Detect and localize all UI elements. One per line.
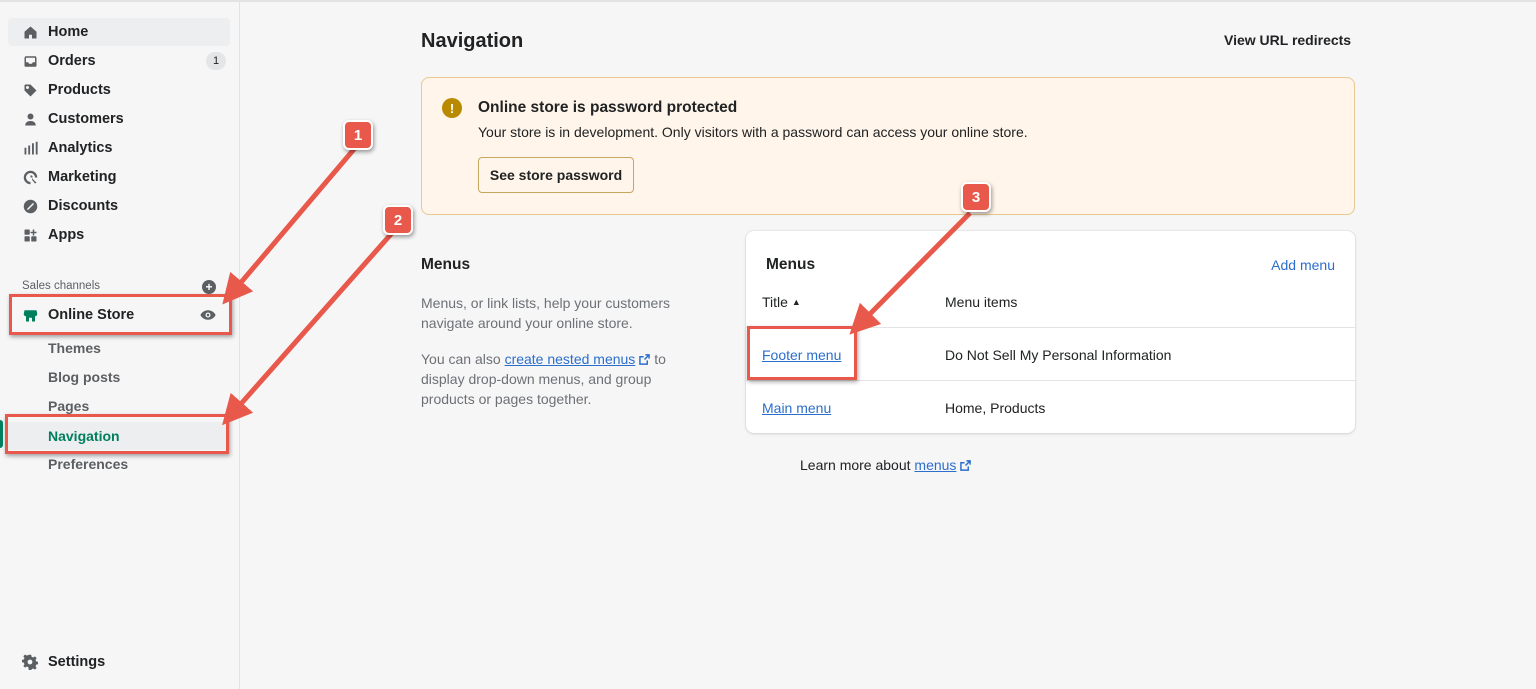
menus-section-heading: Menus xyxy=(421,256,471,273)
sidebar-item-label: Apps xyxy=(48,227,85,243)
sidebar-item-analytics[interactable]: Analytics xyxy=(8,134,230,162)
menu-items-column-header: Menu items xyxy=(945,294,1018,310)
main-menu-items: Home, Products xyxy=(945,400,1046,416)
banner-title: Online store is password protected xyxy=(478,99,738,116)
inbox-icon xyxy=(22,53,38,69)
arrow-1 xyxy=(222,146,357,305)
sidebar-item-label: Marketing xyxy=(48,169,117,185)
sidebar-item-label: Customers xyxy=(48,111,124,127)
person-icon xyxy=(22,111,38,127)
sidebar-item-discounts[interactable]: Discounts xyxy=(8,192,230,220)
row-divider xyxy=(746,380,1355,381)
page-title: Navigation xyxy=(421,30,524,52)
sidebar-subitem-navigation[interactable]: Navigation xyxy=(8,422,230,450)
sales-channels-label: Sales channels xyxy=(22,280,100,292)
view-url-redirects-button[interactable]: View URL redirects xyxy=(1224,32,1351,48)
add-menu-button[interactable]: Add menu xyxy=(1271,257,1335,273)
store-icon xyxy=(22,307,38,323)
sidebar-item-home[interactable]: Home xyxy=(8,18,230,46)
annotation-marker-1: 1 xyxy=(343,120,373,150)
footer-menu-link[interactable]: Footer menu xyxy=(762,347,841,363)
sidebar-item-products[interactable]: Products xyxy=(8,76,230,104)
menus-card-title: Menus xyxy=(766,256,816,273)
sidebar-item-label: Analytics xyxy=(48,140,113,156)
learn-more-text: Learn more about menus xyxy=(800,457,972,473)
menus-section-description: Menus, or link lists, help your customer… xyxy=(421,295,670,331)
sidebar-item-marketing[interactable]: Marketing xyxy=(8,163,230,191)
warning-icon: ! xyxy=(442,98,462,118)
create-nested-menus-link[interactable]: create nested menus xyxy=(505,351,636,367)
apps-icon xyxy=(22,227,38,243)
orders-count-badge: 1 xyxy=(206,52,226,70)
sidebar-item-customers[interactable]: Customers xyxy=(8,105,230,133)
bar-chart-icon xyxy=(22,140,38,156)
sidebar-item-label: Orders xyxy=(48,53,96,69)
discount-icon xyxy=(22,198,38,214)
settings-label: Settings xyxy=(48,654,106,670)
arrow-2 xyxy=(222,231,394,426)
footer-menu-items: Do Not Sell My Personal Information xyxy=(945,347,1172,363)
sidebar-item-label: Discounts xyxy=(48,198,119,214)
sidebar-subitem-themes[interactable]: Themes xyxy=(8,335,230,361)
add-sales-channel-icon[interactable]: + xyxy=(202,280,216,294)
sidebar-item-settings[interactable]: Settings xyxy=(22,654,105,670)
banner-text: Your store is in development. Only visit… xyxy=(478,124,1028,140)
annotation-marker-3: 3 xyxy=(961,182,991,212)
eye-icon[interactable] xyxy=(200,308,216,322)
main-menu-link[interactable]: Main menu xyxy=(762,400,831,416)
sidebar-subitem-preferences[interactable]: Preferences xyxy=(8,451,230,477)
see-store-password-button[interactable]: See store password xyxy=(478,157,634,193)
tag-icon xyxy=(22,82,38,98)
sidebar-item-apps[interactable]: Apps xyxy=(8,221,230,249)
sidebar-subitem-pages[interactable]: Pages xyxy=(8,393,230,419)
external-link-icon xyxy=(960,460,972,471)
sidebar-item-label: Online Store xyxy=(48,307,135,323)
sidebar-item-orders[interactable]: Orders 1 xyxy=(8,47,230,75)
target-icon xyxy=(22,169,38,185)
sidebar-subitem-blog-posts[interactable]: Blog posts xyxy=(8,364,230,390)
learn-more-menus-link[interactable]: menus xyxy=(914,457,956,473)
active-nav-indicator xyxy=(0,420,3,448)
sidebar-item-online-store[interactable]: Online Store xyxy=(8,301,230,329)
nested-menus-description: You can also create nested menus to disp… xyxy=(421,351,666,407)
title-column-header[interactable]: Title ▲ xyxy=(762,294,801,310)
external-link-icon xyxy=(639,354,651,365)
row-divider xyxy=(746,327,1355,328)
annotation-marker-2: 2 xyxy=(383,205,413,235)
gear-icon xyxy=(22,654,38,670)
sidebar: Home Orders 1 Products Customers Analyti… xyxy=(0,2,240,689)
password-protected-banner: ! Online store is password protected You… xyxy=(421,77,1355,215)
menus-card: Menus Add menu Title ▲ Menu items Footer… xyxy=(746,231,1355,433)
sidebar-item-label: Products xyxy=(48,82,111,98)
home-icon xyxy=(22,24,38,40)
sort-ascending-icon: ▲ xyxy=(791,297,801,307)
sidebar-item-label: Home xyxy=(48,24,89,40)
